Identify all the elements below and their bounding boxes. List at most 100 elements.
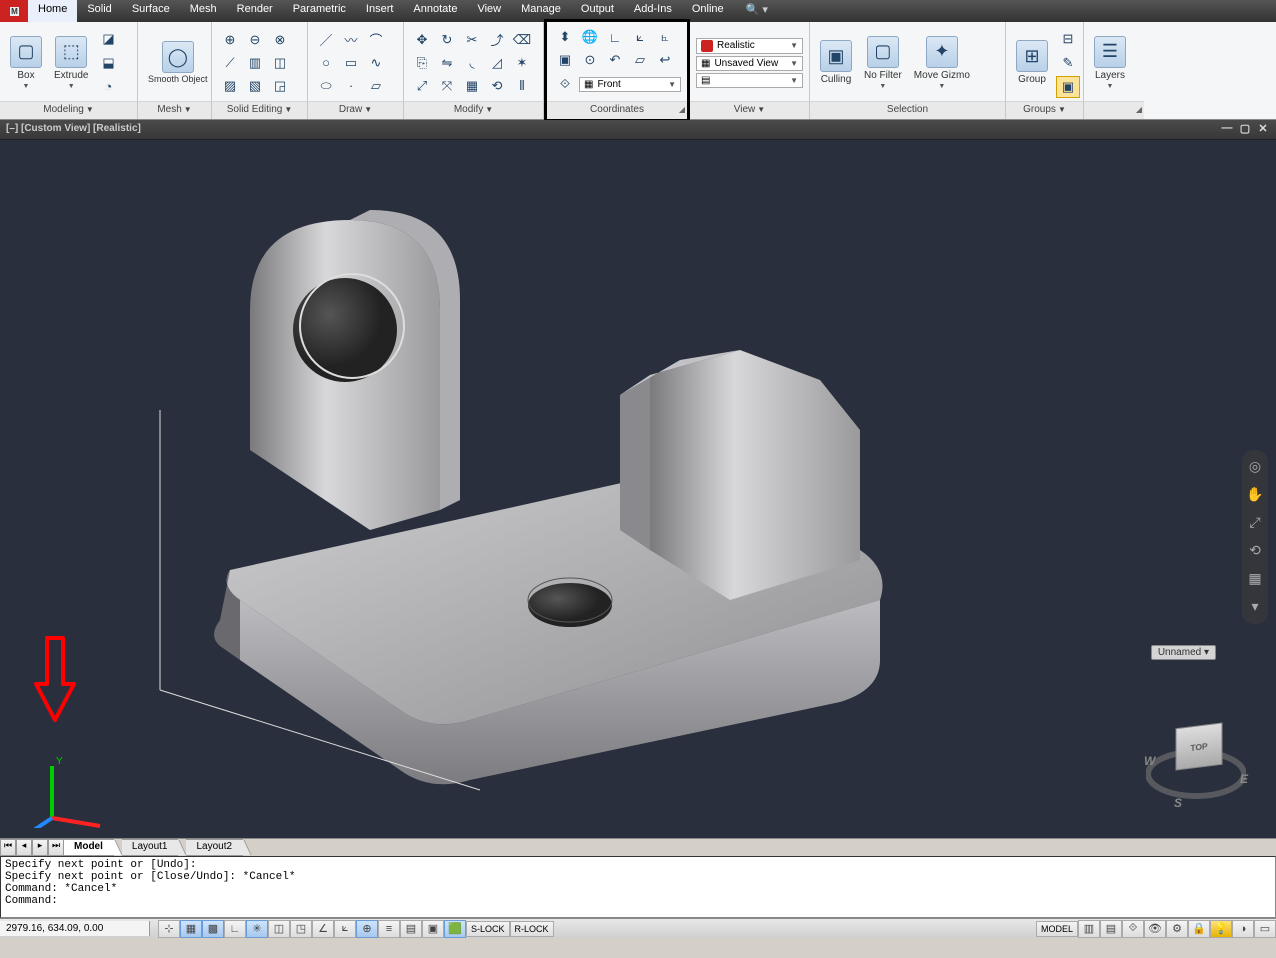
viewport-title[interactable]: [–] [Custom View] [Realistic] xyxy=(6,123,141,134)
copy-icon[interactable]: ⎘ xyxy=(410,52,434,74)
ucs-named-icon[interactable]: ⟐ xyxy=(553,73,577,95)
hardware-accel-icon[interactable]: 💡 xyxy=(1210,920,1232,938)
layers-button[interactable]: ☰Layers▼ xyxy=(1090,34,1130,92)
command-window[interactable]: Specify next point or [Undo]: Specify ne… xyxy=(0,856,1276,918)
point-icon[interactable]: · xyxy=(339,75,363,97)
tab-last-icon[interactable]: ⏭ xyxy=(48,839,64,856)
ducs-toggle[interactable]: ⟀ xyxy=(334,920,356,938)
align-icon[interactable]: ⫴ xyxy=(510,75,534,97)
trim-icon[interactable]: ✂ xyxy=(460,29,484,51)
polysolid-icon[interactable]: ◪ xyxy=(96,28,120,50)
viewport[interactable]: Y X Z ◎ ✋ ⤢ ⟲ ▦ ▾ Unnamed ▾ TOP W E S xyxy=(0,140,1276,838)
workspace-switching-icon[interactable]: ⚙ xyxy=(1166,920,1188,938)
subtract-icon[interactable]: ⊖ xyxy=(243,29,267,51)
panel-title-solid-editing[interactable]: Solid Editing▼ xyxy=(212,101,307,119)
viewcube-top-face[interactable]: TOP xyxy=(1176,722,1223,770)
ellipse-icon[interactable]: ⬭ xyxy=(314,75,338,97)
tab-first-icon[interactable]: ⏮ xyxy=(0,839,16,856)
quickview-layouts-icon[interactable]: ▥ xyxy=(1078,920,1100,938)
menu-tab-insert[interactable]: Insert xyxy=(356,0,404,22)
group-button[interactable]: ⊞Group xyxy=(1012,38,1052,87)
close-button[interactable]: ✕ xyxy=(1254,122,1272,136)
lwt-toggle[interactable]: ≡ xyxy=(378,920,400,938)
ucs-world-icon[interactable]: 🌐 xyxy=(578,26,602,48)
erase-icon[interactable]: ⌫ xyxy=(510,29,534,51)
layout-tab-layout2[interactable]: Layout2 xyxy=(186,839,243,856)
layout-tab-model[interactable]: Model xyxy=(64,839,114,856)
panel-title-mesh[interactable]: Mesh▼ xyxy=(138,101,211,119)
thicken-icon[interactable]: ▥ xyxy=(243,52,267,74)
ucs-z-icon[interactable]: ⦜ xyxy=(653,26,677,48)
grid-toggle[interactable]: ▩ xyxy=(202,920,224,938)
toolbar-lock-icon[interactable]: 🔒 xyxy=(1188,920,1210,938)
ucs-previous-icon[interactable]: ↩ xyxy=(653,49,677,71)
panel-title-coordinates[interactable]: Coordinates◢ xyxy=(547,101,687,119)
offset-icon[interactable]: ⟲ xyxy=(485,75,509,97)
rectangle-icon[interactable]: ▭ xyxy=(339,52,363,74)
array-icon[interactable]: ▦ xyxy=(460,75,484,97)
ucs-face-icon[interactable]: ▱ xyxy=(628,49,652,71)
fillet-icon[interactable]: ◟ xyxy=(460,52,484,74)
menu-tab-render[interactable]: Render xyxy=(227,0,283,22)
rlock-toggle[interactable]: R-LOCK xyxy=(510,921,554,937)
region-icon[interactable]: ▱ xyxy=(364,75,388,97)
tab-next-icon[interactable]: ▸ xyxy=(32,839,48,856)
rotate-icon[interactable]: ↻ xyxy=(435,29,459,51)
visual-style-dropdown[interactable]: Realistic▼ xyxy=(696,38,803,54)
panel-title-groups[interactable]: Groups▼ xyxy=(1006,101,1083,119)
snap-toggle[interactable]: ▦ xyxy=(180,920,202,938)
extend-icon[interactable]: ⤴ xyxy=(485,29,509,51)
sc-toggle[interactable]: 🟩 xyxy=(444,920,466,938)
isolate-objects-icon[interactable]: ◑ xyxy=(1232,920,1254,938)
menu-tab-annotate[interactable]: Annotate xyxy=(403,0,467,22)
ucs-icon-tool[interactable]: ⬍ xyxy=(553,26,577,48)
explode-icon[interactable]: ✶ xyxy=(510,52,534,74)
ucs-unnamed-badge[interactable]: Unnamed ▾ xyxy=(1151,645,1216,660)
app-menu-button[interactable]: M xyxy=(0,0,28,22)
spline-icon[interactable]: ∿ xyxy=(364,52,388,74)
3dosnap-toggle[interactable]: ◳ xyxy=(290,920,312,938)
group-edit-icon[interactable]: ✎ xyxy=(1056,52,1080,74)
osnap-toggle[interactable]: ◫ xyxy=(268,920,290,938)
viewcube-w[interactable]: W xyxy=(1144,754,1155,768)
line-icon[interactable]: ／ xyxy=(314,29,338,51)
circle-icon[interactable]: ○ xyxy=(314,52,338,74)
view-extra-dropdown[interactable]: ▤▼ xyxy=(696,73,803,88)
panel-title-modify[interactable]: Modify▼ xyxy=(404,101,543,119)
status-coords[interactable]: 2979.16, 634.09, 0.00 xyxy=(0,921,150,936)
viewcube-s[interactable]: S xyxy=(1174,796,1182,810)
union-icon[interactable]: ⊕ xyxy=(218,29,242,51)
model-space-toggle[interactable]: MODEL xyxy=(1036,921,1078,937)
menu-tab-home[interactable]: Home xyxy=(28,0,77,22)
pan-icon[interactable]: ✋ xyxy=(1246,486,1264,504)
infer-constraints-toggle[interactable]: ⊹ xyxy=(158,920,180,938)
quickview-drawings-icon[interactable]: ▤ xyxy=(1100,920,1122,938)
zoom-extents-icon[interactable]: ⤢ xyxy=(1246,514,1264,532)
menu-tab-mesh[interactable]: Mesh xyxy=(180,0,227,22)
arc-icon[interactable]: ⌒ xyxy=(364,29,388,51)
panel-title-draw[interactable]: Draw▼ xyxy=(308,101,403,119)
panel-title-modeling[interactable]: Modeling▼ xyxy=(0,101,137,119)
tpy-toggle[interactable]: ▤ xyxy=(400,920,422,938)
ucs-origin-icon[interactable]: ⊙ xyxy=(578,49,602,71)
fillet-edge-icon[interactable]: ◲ xyxy=(268,75,292,97)
dyn-toggle[interactable]: ⊕ xyxy=(356,920,378,938)
annotation-visibility-icon[interactable]: 👁 xyxy=(1144,920,1166,938)
menu-tab-parametric[interactable]: Parametric xyxy=(283,0,356,22)
qp-toggle[interactable]: ▣ xyxy=(422,920,444,938)
clean-screen-icon[interactable]: ▭ xyxy=(1254,920,1276,938)
menu-tab-surface[interactable]: Surface xyxy=(122,0,180,22)
command-input[interactable] xyxy=(62,895,1271,907)
ucs-y-icon[interactable]: ⟀ xyxy=(628,26,652,48)
ucs-object-icon[interactable]: ↶ xyxy=(603,49,627,71)
polar-toggle[interactable]: ✳ xyxy=(246,920,268,938)
ucs-x-icon[interactable]: ∟ xyxy=(603,26,627,48)
ortho-toggle[interactable]: ∟ xyxy=(224,920,246,938)
ungroup-icon[interactable]: ⊟ xyxy=(1056,28,1080,50)
polyline-icon[interactable]: 〰 xyxy=(339,29,363,51)
scale-icon[interactable]: ⤧ xyxy=(435,75,459,97)
slock-toggle[interactable]: S-LOCK xyxy=(466,921,510,937)
group-bbox-icon[interactable]: ▣ xyxy=(1056,76,1080,98)
presspull-icon[interactable]: ⬓ xyxy=(96,52,120,74)
showmotion-icon[interactable]: ▦ xyxy=(1246,570,1264,588)
